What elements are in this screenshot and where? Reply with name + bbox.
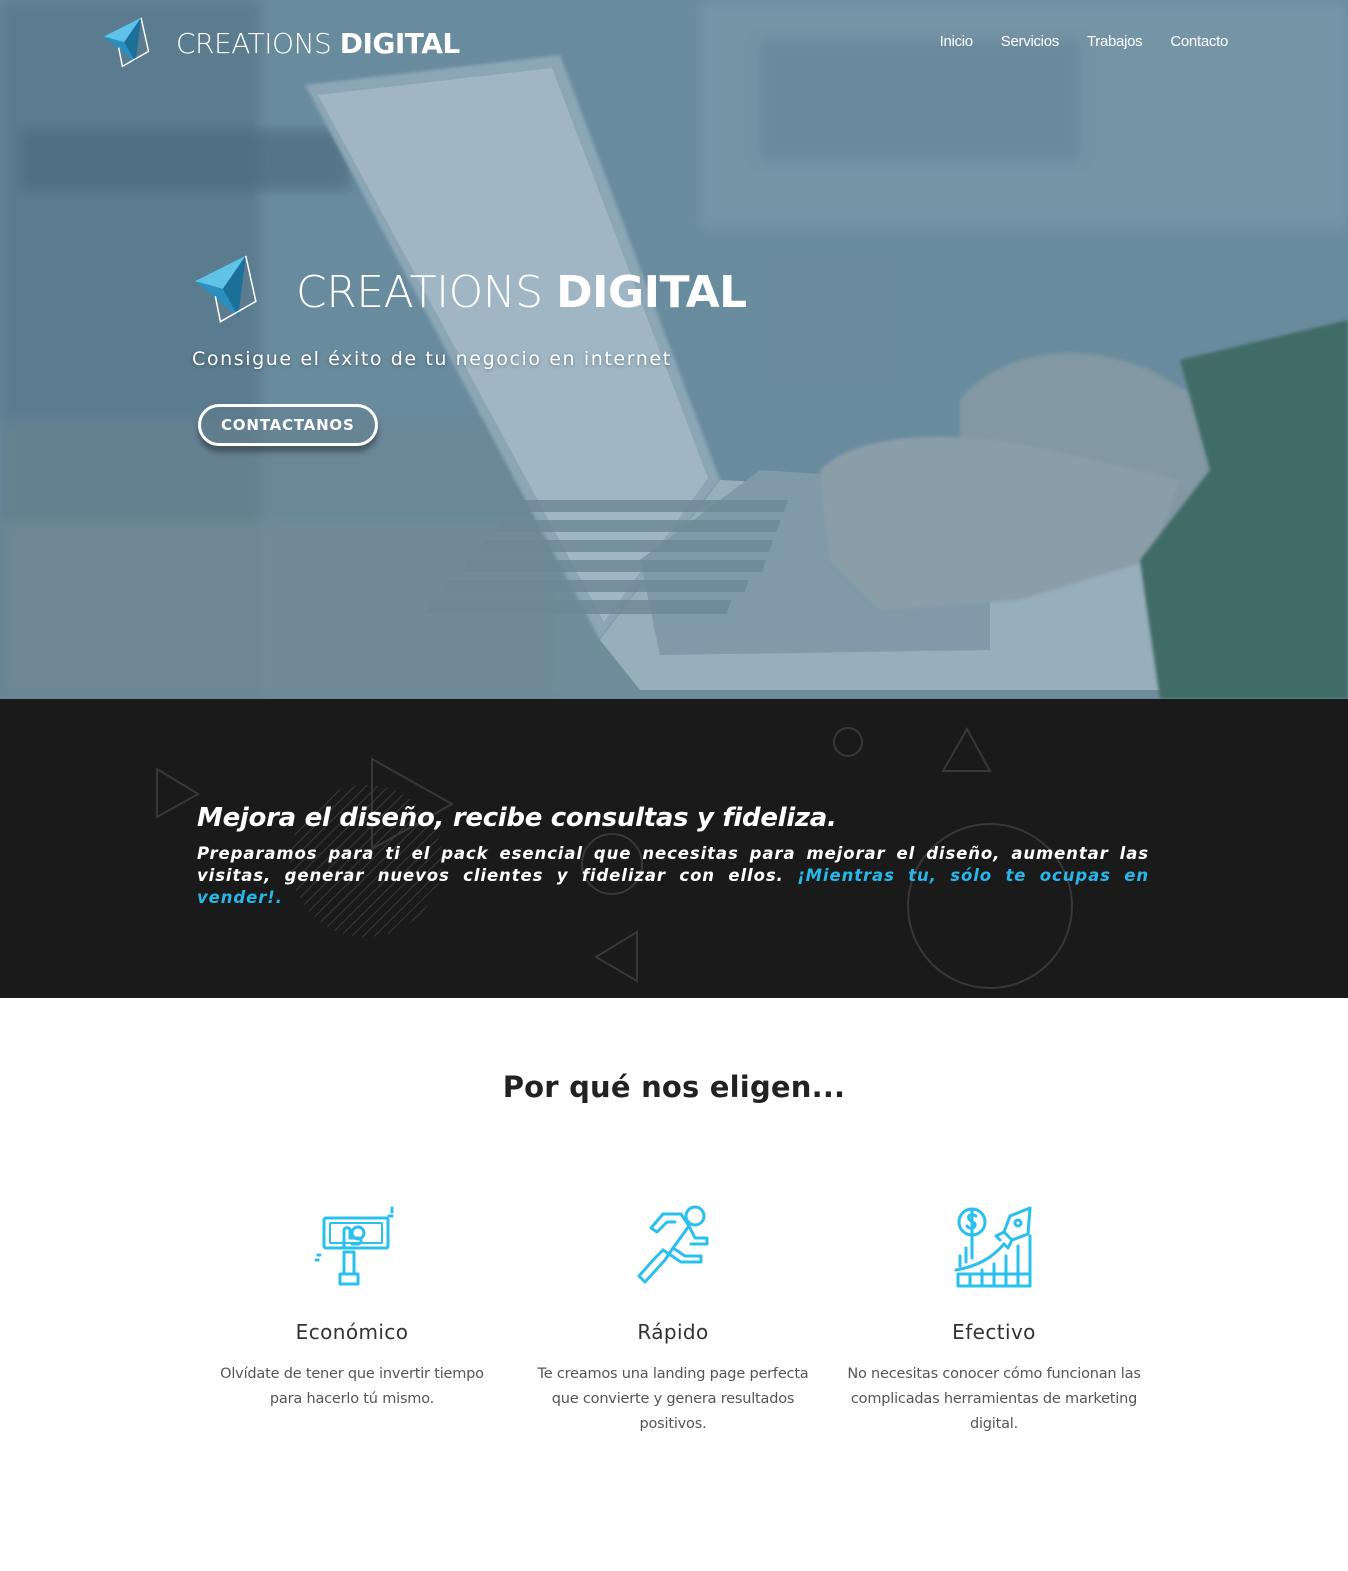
brand-light: CREATIONS: [176, 26, 340, 60]
feature-efectivo: Efectivo No necesitas conocer cómo funci…: [844, 1200, 1144, 1437]
logo-icon: [195, 255, 257, 323]
band-body: Preparamos para ti el pack esencial que …: [197, 843, 1149, 909]
running-person-icon: [637, 1205, 709, 1284]
header-logo[interactable]: CREATIONS DIGITAL: [100, 14, 460, 72]
hero-section: CREATIONS DIGITAL Inicio Servicios Traba…: [0, 0, 1348, 699]
feature-title: Efectivo: [952, 1320, 1036, 1344]
nav-contacto[interactable]: Contacto: [1170, 33, 1228, 50]
rocket-growth-icon: [954, 1206, 1032, 1288]
feature-title: Rápido: [637, 1320, 709, 1344]
money-hand-icon: [314, 1206, 394, 1286]
hero-tagline: Consigue el éxito de tu negocio en inter…: [192, 348, 672, 370]
main-nav: Inicio Servicios Trabajos Contacto: [940, 33, 1229, 50]
nav-inicio[interactable]: Inicio: [940, 33, 974, 50]
contact-button[interactable]: CONTACTANOS: [198, 404, 378, 446]
feature-text: No necesitas conocer cómo funcionan las …: [847, 1366, 1141, 1432]
hero-brand-name: CREATIONS DIGITAL: [296, 267, 747, 318]
hero-content: CREATIONS DIGITAL Consigue el éxito de t…: [190, 248, 747, 446]
nav-trabajos[interactable]: Trabajos: [1087, 33, 1143, 50]
nav-servicios[interactable]: Servicios: [1001, 33, 1059, 50]
feature-title: Económico: [295, 1320, 409, 1344]
section-title: Por qué nos eligen...: [502, 1070, 846, 1104]
brand-bold: DIGITAL: [339, 26, 461, 60]
hero-logo: CREATIONS DIGITAL: [190, 248, 747, 332]
band-text: Mejora el diseño, recibe consultas y fid…: [197, 803, 1149, 909]
feature-economico: Económico Olvídate de tener que invertir…: [202, 1200, 502, 1412]
feature-text: Te creamos una landing page perfecta que…: [537, 1366, 809, 1432]
feature-rapido: Rápido Te creamos una landing page perfe…: [523, 1200, 823, 1437]
brand-light: CREATIONS: [296, 266, 557, 318]
brand-bold: DIGITAL: [556, 266, 747, 318]
value-proposition-band: Mejora el diseño, recibe consultas y fid…: [0, 699, 1348, 998]
logo-icon: [103, 17, 150, 68]
band-title: Mejora el diseño, recibe consultas y fid…: [197, 803, 837, 833]
feature-text: Olvídate de tener que invertir tiempo pa…: [220, 1366, 484, 1407]
brand-name: CREATIONS DIGITAL: [176, 27, 460, 60]
